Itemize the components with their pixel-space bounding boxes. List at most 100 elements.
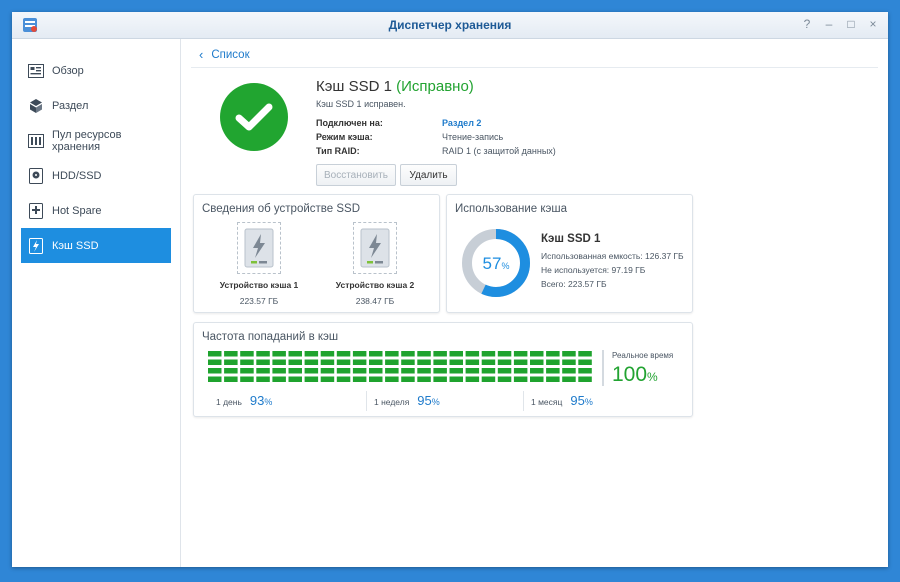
hit-grid-cell xyxy=(546,376,560,382)
hit-stat-value: 95 xyxy=(570,393,585,408)
back-to-list-link[interactable]: ‹ Список xyxy=(199,47,250,62)
device-name: Устройство кэша 1 xyxy=(219,280,299,290)
healthy-check-icon xyxy=(220,83,288,151)
ssd-drive-icon xyxy=(353,222,397,274)
window-controls: ? – □ × xyxy=(798,15,882,33)
hit-grid-cell xyxy=(369,351,383,357)
restore-button[interactable]: Восстановить xyxy=(316,164,396,186)
hit-grid-cell xyxy=(530,368,544,374)
usage-donut-chart: 57% xyxy=(462,229,530,297)
overview-icon xyxy=(28,63,44,79)
cache-status-text: Кэш SSD 1 исправен. xyxy=(316,99,406,109)
hit-grid-cell xyxy=(288,351,302,357)
sidebar-item-label: HDD/SSD xyxy=(52,169,102,182)
hit-grid-cell xyxy=(385,368,399,374)
sidebar-item-volume[interactable]: Раздел xyxy=(21,88,171,123)
hit-grid-cell xyxy=(385,376,399,382)
hit-grid-cell xyxy=(304,376,319,382)
hit-grid-cell xyxy=(385,351,399,357)
hit-grid-cell xyxy=(240,351,254,357)
hit-grid-cell xyxy=(465,359,480,365)
cache-hit-rate-panel: Частота попаданий в кэш 1 день 93% 1 нед… xyxy=(193,322,693,417)
hit-grid-cell xyxy=(449,368,463,374)
hit-grid-cell xyxy=(433,376,447,382)
hit-grid-cell xyxy=(336,351,351,357)
sidebar-item-storage-pool[interactable]: Пул ресурсов хранения xyxy=(21,123,171,158)
sidebar-item-label: Раздел xyxy=(52,99,89,112)
total-capacity: Всего: 223.57 ГБ xyxy=(541,279,607,289)
hit-grid-cell xyxy=(256,368,270,374)
hit-grid-cell xyxy=(530,351,544,357)
window-title: Диспетчер хранения xyxy=(388,18,512,32)
main-content: ‹ Список Кэш SSD 1 (Исправно) Кэш SSD 1 … xyxy=(181,39,888,567)
realtime-unit: % xyxy=(647,370,658,384)
sidebar-item-hdd-ssd[interactable]: HDD/SSD xyxy=(21,158,171,193)
hot-spare-icon xyxy=(28,202,44,219)
cache-device-1[interactable]: Устройство кэша 1 223.57 ГБ xyxy=(214,222,304,306)
svg-text:57%: 57% xyxy=(483,254,510,273)
sidebar-item-label: Обзор xyxy=(52,64,84,77)
storage-manager-window: Диспетчер хранения ? – □ × Обзор Раздел … xyxy=(12,12,888,567)
hit-grid-cell xyxy=(481,368,496,374)
hit-stat-value: 93 xyxy=(249,393,265,408)
hit-grid-cell xyxy=(304,368,319,374)
ssd-cache-icon xyxy=(28,237,44,254)
hit-grid-cell xyxy=(320,359,335,365)
sidebar-item-ssd-cache[interactable]: Кэш SSD xyxy=(21,228,171,263)
hit-grid-cell xyxy=(513,359,528,365)
panel-title: Частота попаданий в кэш xyxy=(202,331,339,343)
unused-capacity: Не используется: 97.19 ГБ xyxy=(541,265,646,275)
hit-grid-cell xyxy=(481,376,496,382)
hit-grid-cell xyxy=(272,368,286,374)
prop-label-mounted: Подключен на: xyxy=(316,118,383,128)
hit-grid-cell xyxy=(224,359,238,365)
hit-grid-cell xyxy=(433,359,447,365)
hit-grid-cell xyxy=(320,351,335,357)
maximize-button[interactable]: □ xyxy=(842,15,860,33)
prop-label-mode: Режим кэша: xyxy=(316,132,373,142)
hit-grid-cell xyxy=(336,376,351,382)
close-button[interactable]: × xyxy=(864,15,882,33)
hit-grid-cell xyxy=(352,351,367,357)
hit-grid-cell xyxy=(562,368,576,374)
sidebar-item-label: Пул ресурсов хранения xyxy=(52,128,122,153)
hit-grid-cell xyxy=(497,376,512,382)
minimize-button[interactable]: – xyxy=(820,15,838,33)
hit-grid-cell xyxy=(546,359,560,365)
sidebar-item-label: Кэш SSD xyxy=(52,239,99,252)
hit-grid-cell xyxy=(369,368,383,374)
hit-grid-cell xyxy=(288,359,302,365)
hit-grid-cell xyxy=(578,359,592,365)
hit-grid-cell xyxy=(578,351,592,357)
hit-grid-cell xyxy=(513,368,528,374)
hit-stat-day: 1 день 93% xyxy=(216,393,272,408)
hit-grid-cell xyxy=(497,351,512,357)
sidebar-item-label: Hot Spare xyxy=(52,204,102,217)
usage-percent: 57 xyxy=(483,254,502,273)
volume-icon xyxy=(28,98,44,114)
hit-grid-cell xyxy=(256,376,270,382)
cache-device-2[interactable]: Устройство кэша 2 238.47 ГБ xyxy=(330,222,420,306)
chevron-left-icon: ‹ xyxy=(199,47,204,62)
hit-grid-cell xyxy=(240,359,254,365)
delete-button[interactable]: Удалить xyxy=(400,164,457,186)
hit-grid-cell xyxy=(352,359,367,365)
hit-grid-cell xyxy=(208,359,222,365)
hit-grid-cell xyxy=(304,351,319,357)
hit-stat-label: 1 месяц xyxy=(531,397,563,407)
divider xyxy=(602,350,604,386)
sidebar-item-hot-spare[interactable]: Hot Spare xyxy=(21,193,171,228)
hit-grid-cell xyxy=(352,376,367,382)
hit-grid-cell xyxy=(433,368,447,374)
hit-grid-cell xyxy=(465,368,480,374)
hit-grid-cell xyxy=(578,376,592,382)
hit-grid-cell xyxy=(530,359,544,365)
hit-grid-cell xyxy=(256,359,270,365)
help-button[interactable]: ? xyxy=(798,15,816,33)
hit-grid-cell xyxy=(369,359,383,365)
sidebar-item-overview[interactable]: Обзор xyxy=(21,53,171,88)
mounted-volume-link[interactable]: Раздел 2 xyxy=(442,118,481,128)
ssd-drive-icon xyxy=(237,222,281,274)
hit-grid-cell xyxy=(288,368,302,374)
hit-grid-cell xyxy=(497,359,512,365)
